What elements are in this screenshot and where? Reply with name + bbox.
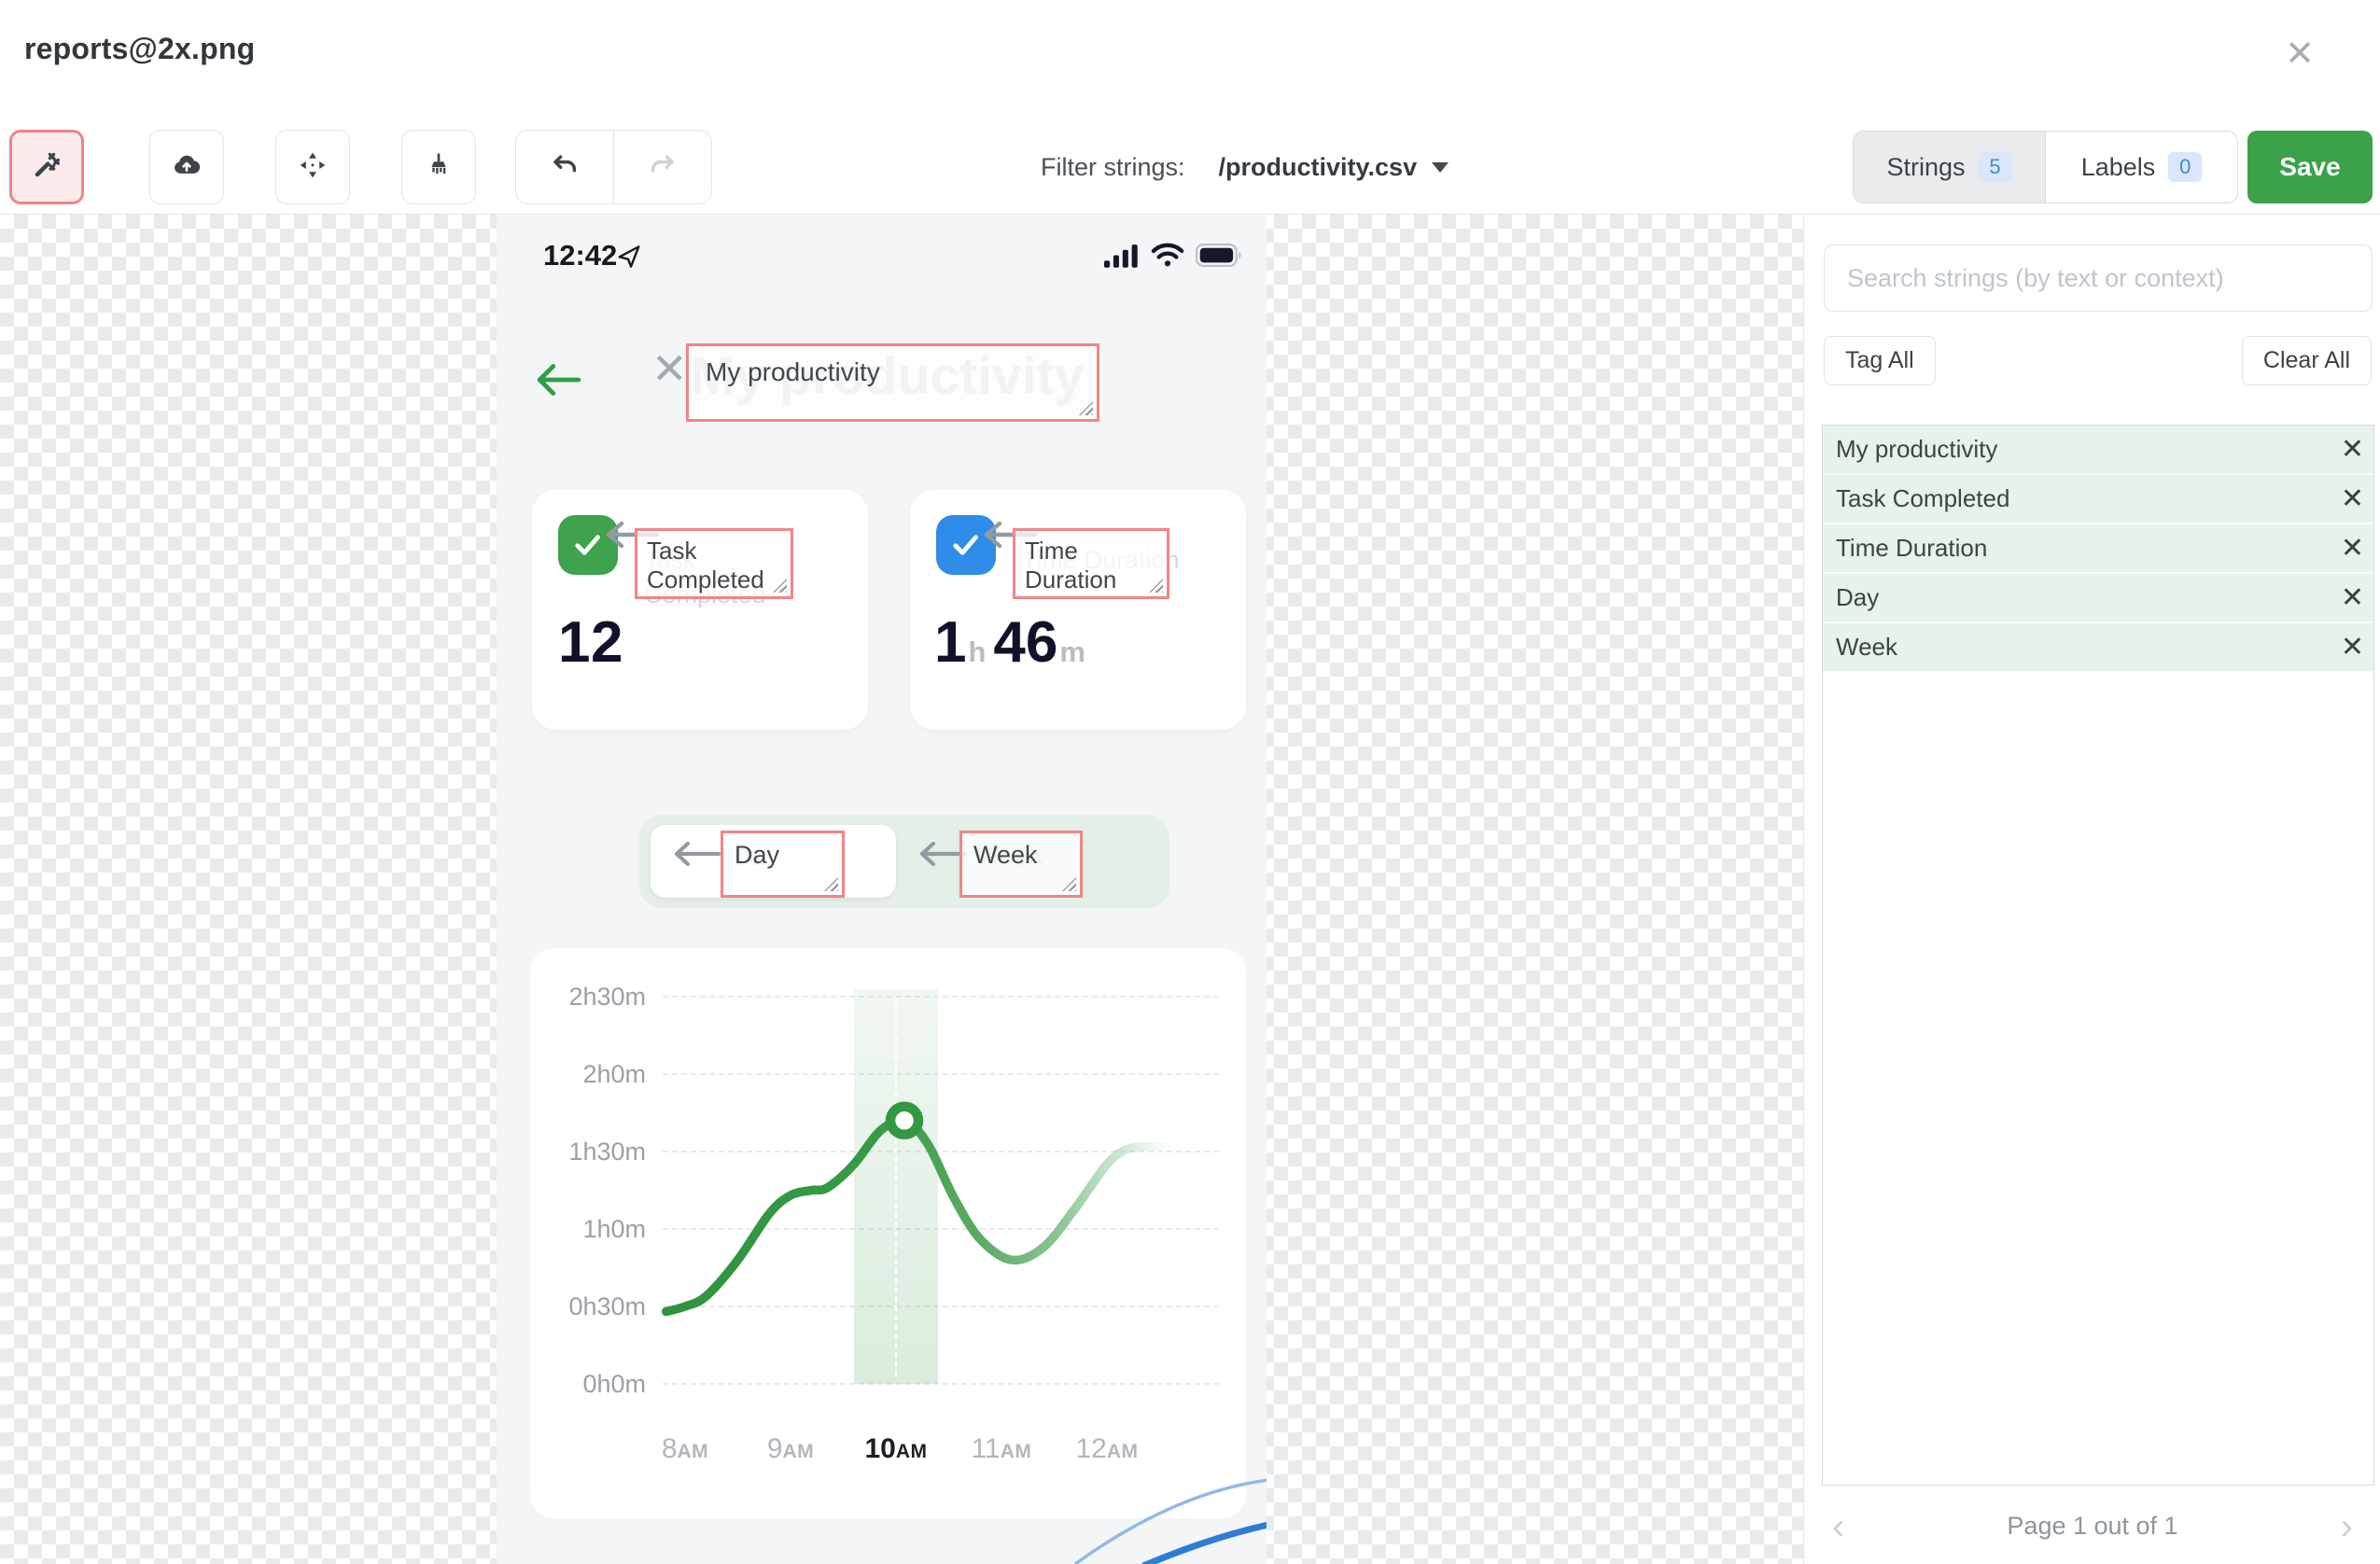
chevron-right-icon[interactable]: › [2341, 1506, 2353, 1548]
screenshot-phone-mockup: 12:42 ✕ My productivity Task Completed 1… [497, 215, 1267, 1564]
string-text: Week [1836, 633, 1897, 661]
status-bar-time: 12:42 [543, 239, 618, 272]
location-arrow-icon [618, 245, 640, 272]
save-button[interactable]: Save [2247, 131, 2373, 203]
string-row[interactable]: Time Duration ✕ [1823, 524, 2373, 574]
chevron-down-icon [1432, 161, 1449, 173]
pagination-text: Page 1 out of 1 [2007, 1512, 2178, 1540]
tab-labels[interactable]: Labels 0 [2046, 132, 2237, 202]
string-text: My productivity [1836, 435, 1998, 463]
upload-cloud-icon [172, 150, 202, 185]
chart-peak-marker [885, 1101, 924, 1140]
filter-strings-control: Filter strings: /productivity.csv [1041, 119, 1449, 215]
filter-strings-label: Filter strings: [1041, 152, 1185, 181]
duration-minutes: 46 [993, 610, 1058, 675]
redo-icon [648, 150, 678, 185]
tab-labels-label: Labels [2080, 152, 2156, 181]
annotation-box-time-duration[interactable]: Time Duration [1013, 528, 1169, 599]
annotation-resize-handle[interactable] [1149, 579, 1163, 593]
string-tagging-editor: reports@2x.png ✕ Filter strings: /produc… [0, 0, 2380, 1564]
document-title: reports@2x.png [24, 32, 256, 65]
annotation-box-day[interactable]: Day [721, 831, 845, 898]
annotation-box-title[interactable]: My productivity [686, 343, 1099, 422]
annotation-box-week[interactable]: Week [959, 831, 1083, 898]
pagination: ‹ Page 1 out of 1 › [1804, 1504, 2380, 1551]
move-tool-button[interactable] [275, 130, 350, 204]
magic-wand-icon [32, 150, 62, 185]
card-time-duration: Time Duration Time Duration 1h46m [910, 490, 1246, 730]
strings-sidebar: Tag All Clear All My productivity ✕ Task… [1803, 215, 2380, 1564]
x-tick-label: 8AM [661, 1433, 709, 1464]
tag-all-button[interactable]: Tag All [1824, 336, 1936, 385]
signal-bars-icon [1104, 243, 1140, 272]
filter-file-dropdown[interactable]: /productivity.csv [1219, 153, 1449, 182]
annotation-box-task-completed[interactable]: Task Completed [635, 528, 793, 599]
panel-tabs: Strings 5 Labels 0 [1853, 131, 2238, 203]
duration-minutes-unit: m [1059, 635, 1085, 668]
string-row[interactable]: My productivity ✕ [1823, 426, 2373, 475]
close-icon[interactable]: ✕ [2274, 28, 2326, 80]
brush-icon [424, 150, 454, 185]
annotation-title-text: My productivity [706, 357, 880, 386]
string-row[interactable]: Day ✕ [1823, 574, 2373, 623]
upload-tool-button[interactable] [149, 130, 224, 204]
editor-canvas[interactable]: 12:42 ✕ My productivity Task Completed 1… [0, 215, 1803, 1564]
strings-list: My productivity ✕ Task Completed ✕ Time … [1822, 425, 2374, 1486]
annotation-resize-handle[interactable] [1079, 401, 1093, 415]
productivity-chart-card: 0h0m 0h30m 1h0m 1h30m 2h0m 2h30m 8AM 9AM… [530, 948, 1246, 1518]
status-bar-icons [1104, 243, 1242, 272]
clear-all-button[interactable]: Clear All [2241, 336, 2372, 385]
tag-pointer-arrow-icon [670, 840, 722, 873]
labels-count-badge: 0 [2168, 152, 2203, 182]
time-duration-value: 1 h 46 m [934, 609, 1093, 676]
x-tick-label: 9AM [766, 1433, 815, 1464]
tab-strings-label: Strings [1886, 152, 1966, 181]
toolbar: Filter strings: /productivity.csv String… [0, 119, 2380, 215]
dialog-titlebar: reports@2x.png ✕ [0, 0, 2380, 119]
remove-string-icon[interactable]: ✕ [2341, 574, 2364, 621]
string-text: Day [1836, 583, 1880, 611]
decorative-blue-curves [1073, 1478, 1267, 1564]
remove-string-icon[interactable]: ✕ [2341, 623, 2364, 671]
battery-icon [1196, 244, 1242, 272]
search-input[interactable] [1824, 244, 2373, 312]
annotation-resize-handle[interactable] [773, 579, 787, 593]
string-text: Time Duration [1836, 534, 1988, 562]
move-icon [298, 150, 328, 185]
back-arrow-icon [534, 360, 582, 404]
card-task-completed: Task Completed Task Completed 12 [532, 490, 868, 730]
redo-button[interactable] [614, 131, 711, 203]
strings-count-badge: 5 [1978, 152, 2012, 182]
string-row[interactable]: Task Completed ✕ [1823, 475, 2373, 524]
annotation-resize-handle[interactable] [824, 877, 838, 891]
undo-button[interactable] [516, 131, 614, 203]
string-text: Task Completed [1836, 484, 2010, 512]
remove-string-icon[interactable]: ✕ [2341, 426, 2364, 473]
annotation-day-text: Day [735, 841, 780, 869]
string-row[interactable]: Week ✕ [1823, 623, 2373, 673]
tasks-completed-value: 12 [558, 610, 623, 675]
undo-redo-group [515, 130, 712, 204]
filter-file-value: /productivity.csv [1218, 152, 1418, 181]
remove-string-icon[interactable]: ✕ [2341, 475, 2364, 523]
tab-strings[interactable]: Strings 5 [1854, 132, 2046, 202]
magic-wand-tool-button[interactable] [9, 130, 84, 204]
remove-string-icon[interactable]: ✕ [2341, 524, 2364, 572]
annotation-week-text: Week [973, 841, 1038, 869]
x-tick-label: 10AM [864, 1433, 928, 1464]
duration-hours-unit: h [968, 635, 987, 668]
brush-tool-button[interactable] [401, 130, 476, 204]
undo-icon [550, 150, 580, 185]
annotation-task-text: Task Completed [647, 537, 764, 593]
day-week-toggle: Day Day Week Week [639, 815, 1169, 908]
annotation-resize-handle[interactable] [1062, 877, 1076, 891]
duration-hours: 1 [934, 610, 967, 675]
chart-line-series [661, 1115, 1175, 1317]
wifi-icon [1151, 243, 1184, 272]
screen-close-x-icon: ✕ [651, 344, 688, 393]
annotation-time-text: Time Duration [1025, 537, 1117, 593]
